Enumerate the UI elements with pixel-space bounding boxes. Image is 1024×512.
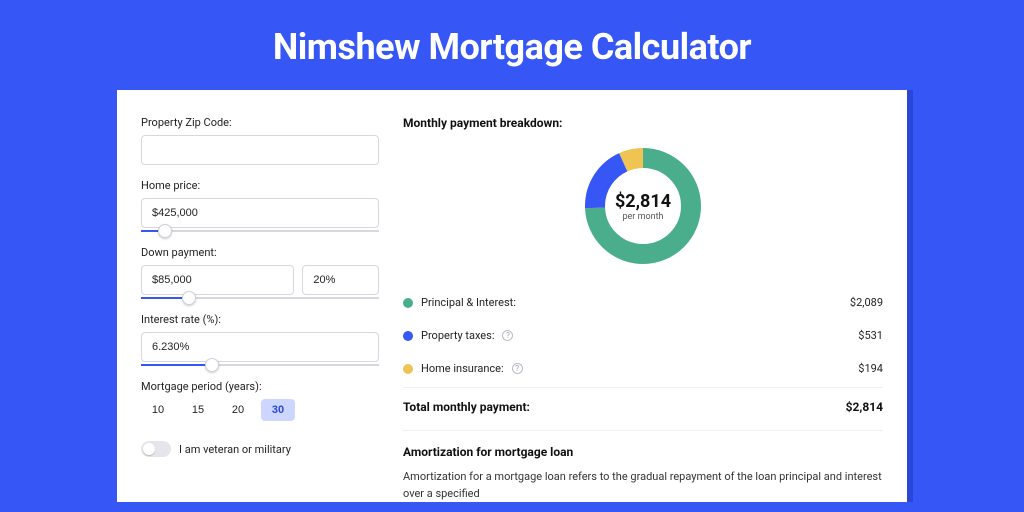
breakdown-value: $531	[858, 329, 883, 342]
period-btn-10[interactable]: 10	[141, 399, 175, 421]
interest-slider[interactable]	[141, 364, 379, 366]
interest-field: Interest rate (%):	[141, 313, 379, 366]
interest-slider-fill	[141, 364, 212, 366]
zip-field: Property Zip Code:	[141, 116, 379, 165]
down-payment-field: Down payment:	[141, 246, 379, 299]
breakdown-title: Monthly payment breakdown:	[403, 116, 883, 130]
breakdown-label: Principal & Interest:	[421, 296, 516, 309]
veteran-toggle[interactable]	[141, 441, 171, 457]
down-payment-pct-input[interactable]	[302, 265, 379, 295]
down-payment-input[interactable]	[141, 265, 294, 295]
period-btn-20[interactable]: 20	[221, 399, 255, 421]
interest-label: Interest rate (%):	[141, 313, 379, 326]
breakdown-row: Principal & Interest: $2,089	[403, 286, 883, 319]
interest-slider-thumb[interactable]	[205, 358, 219, 372]
veteran-label: I am veteran or military	[179, 443, 291, 456]
donut-center: $2,814 per month	[583, 146, 703, 266]
period-field: Mortgage period (years): 10 15 20 30	[141, 380, 379, 421]
interest-input[interactable]	[141, 332, 379, 362]
breakdown-value: $194	[858, 362, 883, 375]
legend-dot	[403, 364, 413, 374]
home-price-label: Home price:	[141, 179, 379, 192]
down-payment-slider-thumb[interactable]	[182, 291, 196, 305]
amortization-text: Amortization for a mortgage loan refers …	[403, 469, 883, 502]
donut-chart: $2,814 per month	[583, 146, 703, 266]
breakdown-row: Home insurance:? $194	[403, 352, 883, 385]
breakdown-row: Property taxes:? $531	[403, 319, 883, 352]
down-payment-slider[interactable]	[141, 297, 379, 299]
breakdown-label: Property taxes:	[421, 329, 494, 342]
donut-amount: $2,814	[615, 191, 671, 212]
home-price-field: Home price:	[141, 179, 379, 232]
period-label: Mortgage period (years):	[141, 380, 379, 393]
breakdown-value: $2,089	[850, 296, 883, 309]
form-panel: Property Zip Code: Home price: Down paym…	[141, 116, 379, 502]
down-payment-label: Down payment:	[141, 246, 379, 259]
page-title: Nimshew Mortgage Calculator	[0, 0, 1024, 90]
period-btn-30[interactable]: 30	[261, 399, 295, 421]
help-icon[interactable]: ?	[512, 363, 523, 374]
period-buttons: 10 15 20 30	[141, 399, 379, 421]
section-divider	[403, 430, 883, 431]
home-price-slider[interactable]	[141, 230, 379, 232]
calculator-card: Property Zip Code: Home price: Down paym…	[117, 90, 907, 502]
help-icon[interactable]: ?	[502, 330, 513, 341]
total-value: $2,814	[846, 400, 883, 414]
breakdown-label: Home insurance:	[421, 362, 504, 375]
amortization-title: Amortization for mortgage loan	[403, 445, 883, 459]
home-price-slider-thumb[interactable]	[158, 224, 172, 238]
total-row: Total monthly payment: $2,814	[403, 387, 883, 424]
breakdown-list: Principal & Interest: $2,089 Property taxe…	[403, 286, 883, 385]
breakdown-panel: Monthly payment breakdown: $2,814 per mo…	[403, 116, 883, 502]
legend-dot	[403, 331, 413, 341]
legend-dot	[403, 298, 413, 308]
total-label: Total monthly payment:	[403, 400, 530, 414]
veteran-row: I am veteran or military	[141, 441, 379, 457]
period-btn-15[interactable]: 15	[181, 399, 215, 421]
zip-label: Property Zip Code:	[141, 116, 379, 129]
donut-chart-wrap: $2,814 per month	[403, 140, 883, 286]
donut-sub: per month	[622, 212, 663, 222]
zip-input[interactable]	[141, 135, 379, 165]
home-price-input[interactable]	[141, 198, 379, 228]
